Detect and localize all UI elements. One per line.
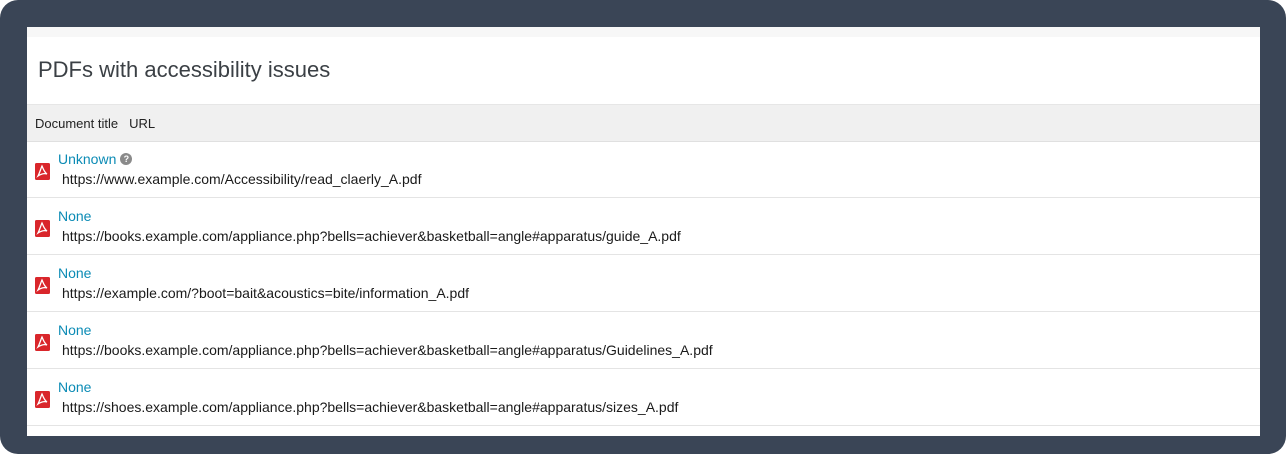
report-panel: PDFs with accessibility issues Document … — [27, 27, 1260, 436]
table-row: None https://books.example.com/appliance… — [27, 198, 1260, 255]
table-header: Document title URL — [27, 104, 1260, 142]
document-url: https://example.com/?boot=bait&acoustics… — [62, 285, 470, 301]
document-title-link[interactable]: None — [58, 379, 91, 395]
pdf-file-icon — [35, 391, 50, 408]
page-title: PDFs with accessibility issues — [38, 57, 331, 82]
pdf-file-icon — [35, 220, 50, 237]
window-frame: PDFs with accessibility issues Document … — [0, 0, 1286, 454]
document-title-link[interactable]: None — [58, 208, 91, 224]
document-url: https://www.example.com/Accessibility/re… — [62, 171, 422, 187]
document-title-link[interactable]: None — [58, 265, 91, 281]
panel-body: PDFs with accessibility issues Document … — [27, 37, 1260, 436]
table-row: None https://books.example.com/appliance… — [27, 312, 1260, 369]
pdf-file-icon — [35, 277, 50, 294]
table-row: None https://example.com/?boot=bait&acou… — [27, 255, 1260, 312]
document-url: https://books.example.com/appliance.php?… — [62, 228, 681, 244]
pdf-file-icon — [35, 334, 50, 351]
document-url: https://books.example.com/appliance.php?… — [62, 342, 713, 358]
column-header-url[interactable]: URL — [118, 116, 155, 131]
document-title-link[interactable]: None — [58, 322, 91, 338]
pdf-file-icon — [35, 163, 50, 180]
table-row: Unknown ? https://www.example.com/Access… — [27, 141, 1260, 198]
question-circle-icon[interactable]: ? — [120, 153, 133, 165]
document-url: https://shoes.example.com/appliance.php?… — [62, 399, 679, 415]
table-body: Unknown ? https://www.example.com/Access… — [27, 141, 1260, 426]
table-row: None https://shoes.example.com/appliance… — [27, 369, 1260, 426]
document-title-link[interactable]: Unknown ? — [58, 151, 133, 167]
column-header-document-title[interactable]: Document title — [27, 116, 118, 131]
